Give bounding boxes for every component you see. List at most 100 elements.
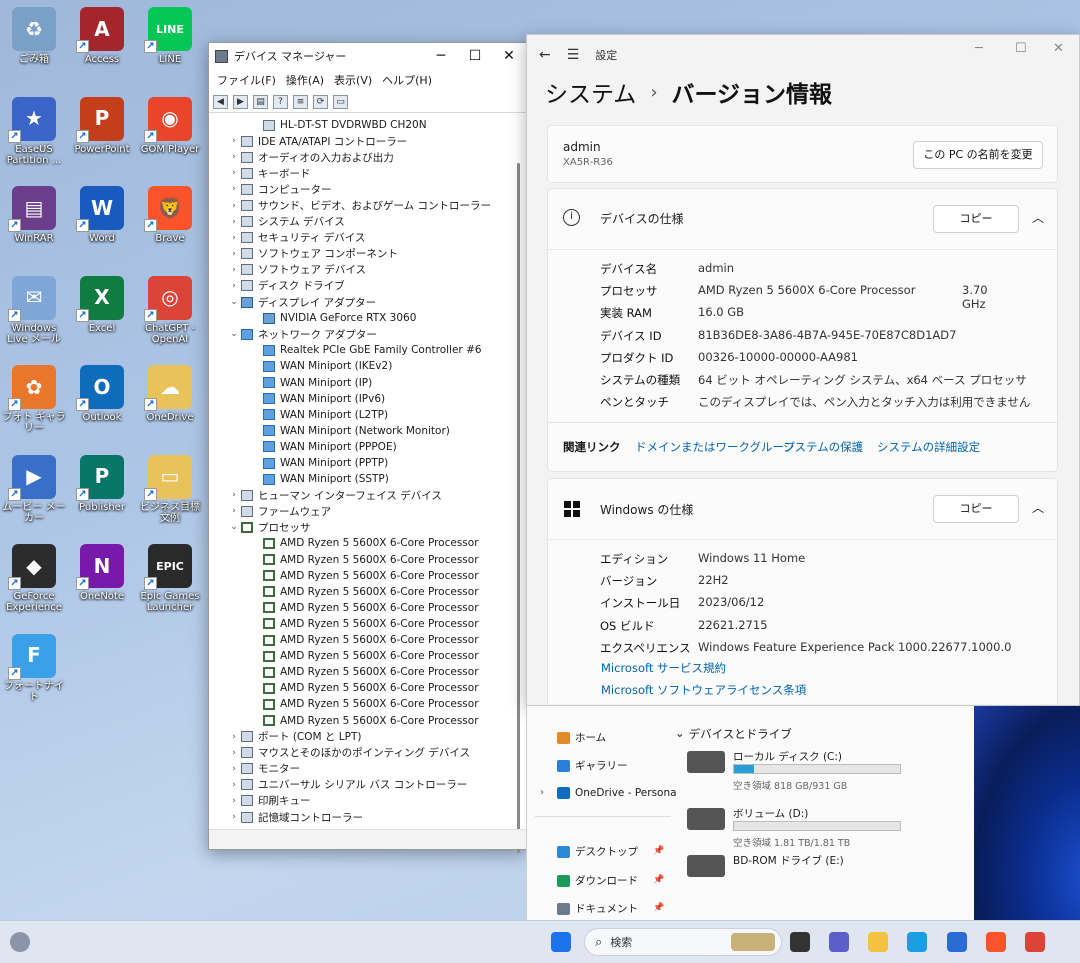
tree-category[interactable]: › モニター <box>213 761 513 777</box>
pin-icon[interactable]: 📌 <box>653 875 664 885</box>
hamburger-menu-icon[interactable]: ☰ <box>567 47 580 63</box>
tree-device[interactable]: AMD Ryzen 5 5600X 6-Core Processor <box>213 616 513 632</box>
menu-file[interactable]: ファイル(F) <box>217 72 276 88</box>
back-arrow-icon[interactable]: ◀ <box>213 94 228 109</box>
minimize-button[interactable]: ─ <box>975 41 983 56</box>
task-view-icon[interactable] <box>790 932 810 952</box>
store-icon[interactable] <box>947 932 967 952</box>
desktop-icon[interactable]: ★ ↗ EaseUS Partition ... <box>0 96 68 166</box>
forward-arrow-icon[interactable]: ▶ <box>233 94 248 109</box>
breadcrumb-parent[interactable]: システム <box>545 75 636 109</box>
tree-device[interactable]: AMD Ryzen 5 5600X 6-Core Processor <box>213 680 513 696</box>
chrome-icon[interactable] <box>1025 932 1045 952</box>
tree-category[interactable]: › ヒューマン インターフェイス デバイス <box>213 487 513 503</box>
tree-category[interactable]: ⌄ プロセッサ <box>213 519 513 535</box>
tree-category[interactable]: › ソフトウェア デバイス <box>213 262 513 278</box>
tree-category[interactable]: ⌄ ネットワーク アダプター <box>213 326 513 342</box>
tree-device[interactable]: AMD Ryzen 5 5600X 6-Core Processor <box>213 568 513 584</box>
advanced-system-settings-link[interactable]: システムの詳細設定 <box>877 439 980 455</box>
menu-action[interactable]: 操作(A) <box>286 72 324 88</box>
close-button[interactable]: ✕ <box>1053 41 1064 56</box>
pin-icon[interactable]: 📌 <box>653 846 664 856</box>
tree-category[interactable]: › マウスとそのほかのポインティング デバイス <box>213 745 513 761</box>
start-icon[interactable] <box>551 932 571 952</box>
tree-device[interactable]: AMD Ryzen 5 5600X 6-Core Processor <box>213 664 513 680</box>
device-manager-titlebar[interactable]: デバイス マネージャー ─ ☐ ✕ <box>209 43 526 69</box>
tree-device[interactable]: AMD Ryzen 5 5600X 6-Core Processor <box>213 632 513 648</box>
tree-device[interactable]: WAN Miniport (IPv6) <box>213 391 513 407</box>
chevron-right-icon[interactable]: › <box>227 217 241 227</box>
tree-category[interactable]: › キーボード <box>213 165 513 181</box>
device-spec-copy-button[interactable]: コピー <box>933 205 1019 233</box>
devices-drives-header[interactable]: ⌄ デバイスとドライブ <box>675 726 792 742</box>
desktop-icon[interactable]: W ↗ Word <box>68 186 136 244</box>
chevron-right-icon[interactable]: › <box>227 812 241 822</box>
desktop-icon[interactable]: ◎ ↗ ChatGPT - OpenAI <box>136 275 204 345</box>
desktop-icon[interactable]: ◆ ↗ GeForce Experience <box>0 544 68 613</box>
chevron-right-icon[interactable]: › <box>227 136 241 146</box>
chevron-right-icon[interactable]: › <box>227 249 241 259</box>
tree-device[interactable]: WAN Miniport (SSTP) <box>213 471 513 487</box>
chevron-right-icon[interactable]: › <box>227 490 241 500</box>
properties-icon[interactable]: ▤ <box>253 94 268 109</box>
menu-view[interactable]: 表示(V) <box>334 72 372 88</box>
tree-device[interactable]: AMD Ryzen 5 5600X 6-Core Processor <box>213 535 513 551</box>
tree-device[interactable]: AMD Ryzen 5 5600X 6-Core Processor <box>213 712 513 728</box>
tree-category[interactable]: › ポート (COM と LPT) <box>213 729 513 745</box>
chevron-right-icon[interactable]: › <box>227 764 241 774</box>
chevron-right-icon[interactable]: › <box>227 184 241 194</box>
tree-category[interactable]: › ディスク ドライブ <box>213 278 513 294</box>
desktop-icon[interactable]: ✿ ↗ フォト ギャラリー <box>0 365 68 434</box>
explorer-nav-item[interactable]: ドキュメント <box>557 901 638 916</box>
minimize-button[interactable]: ─ <box>424 48 458 64</box>
chevron-up-icon[interactable]: ︿ <box>1032 209 1044 226</box>
back-arrow-icon[interactable]: ← <box>539 47 551 63</box>
chevron-right-icon[interactable]: › <box>227 796 241 806</box>
desktop-icon[interactable]: LINE ↗ LINE <box>136 7 204 65</box>
tree-device[interactable]: WAN Miniport (PPTP) <box>213 455 513 471</box>
desktop-icon[interactable]: N ↗ OneNote <box>68 544 136 602</box>
chevron-right-icon[interactable]: › <box>227 281 241 291</box>
desktop-icon[interactable]: ▤ ↗ WinRAR <box>0 186 68 244</box>
chevron-right-icon[interactable]: › <box>227 265 241 275</box>
explorer-nav-item[interactable]: デスクトップ <box>557 844 638 859</box>
chevron-down-icon[interactable]: ⌄ <box>227 329 241 339</box>
tree-category[interactable]: › ソフトウェア コンポーネント <box>213 246 513 262</box>
chat-icon[interactable] <box>829 932 849 952</box>
taskbar-search[interactable]: ⌕ 検索 <box>584 928 782 956</box>
tree-category[interactable]: › 印刷キュー <box>213 793 513 809</box>
chevron-right-icon[interactable]: › <box>227 780 241 790</box>
tree-category[interactable]: › サウンド、ビデオ、およびゲーム コントローラー <box>213 197 513 213</box>
desktop-icon[interactable]: ▭ ↗ ビジネス目標 文例 <box>136 454 204 524</box>
explorer-nav-item[interactable]: OneDrive - Persona <box>557 787 677 799</box>
desktop-icon[interactable]: ✉ ↗ Windows Live メール <box>0 275 68 345</box>
desktop-icon[interactable]: ☁ ↗ OneDrive <box>136 365 204 423</box>
ms-services-agreement-link[interactable]: Microsoft サービス規約 <box>601 660 726 676</box>
desktop-icon[interactable]: A ↗ Access <box>68 7 136 65</box>
settings-window[interactable]: ← ☰ 設定 ─ ☐ ✕ システム › バージョン情報 admin XA5R-R… <box>526 34 1080 706</box>
chevron-down-icon[interactable]: ⌄ <box>227 522 241 532</box>
edge-icon[interactable] <box>907 932 927 952</box>
monitor-icon[interactable]: ▭ <box>333 94 348 109</box>
chevron-right-icon[interactable]: › <box>227 748 241 758</box>
tree-category[interactable]: › ファームウェア <box>213 503 513 519</box>
tree-category[interactable]: › セキュリティ デバイス <box>213 230 513 246</box>
desktop-icon[interactable]: X ↗ Excel <box>68 275 136 334</box>
tree-device[interactable]: AMD Ryzen 5 5600X 6-Core Processor <box>213 696 513 712</box>
pin-icon[interactable]: 📌 <box>653 903 664 913</box>
device-tree[interactable]: HL-DT-ST DVDRWBD CH20N › IDE ATA/ATAPI コント… <box>213 117 513 827</box>
tree-device[interactable]: WAN Miniport (IP) <box>213 375 513 391</box>
chevron-right-icon[interactable]: › <box>227 506 241 516</box>
close-button[interactable]: ✕ <box>492 48 526 64</box>
tree-device[interactable]: AMD Ryzen 5 5600X 6-Core Processor <box>213 552 513 568</box>
windows-spec-copy-button[interactable]: コピー <box>933 495 1019 523</box>
chevron-right-icon[interactable]: › <box>227 152 241 162</box>
chevron-down-icon[interactable]: ⌄ <box>227 297 241 307</box>
scan-hardware-icon[interactable]: ⟳ <box>313 94 328 109</box>
chevron-right-icon[interactable]: › <box>540 787 544 798</box>
tree-device[interactable]: NVIDIA GeForce RTX 3060 <box>213 310 513 326</box>
desktop-icon[interactable]: ♻ ごみ箱 <box>0 7 68 65</box>
list-view-icon[interactable]: ≡ <box>293 94 308 109</box>
brave-icon[interactable] <box>986 932 1006 952</box>
desktop-icon[interactable]: ▶ ↗ ムービー メーカー <box>0 454 68 524</box>
